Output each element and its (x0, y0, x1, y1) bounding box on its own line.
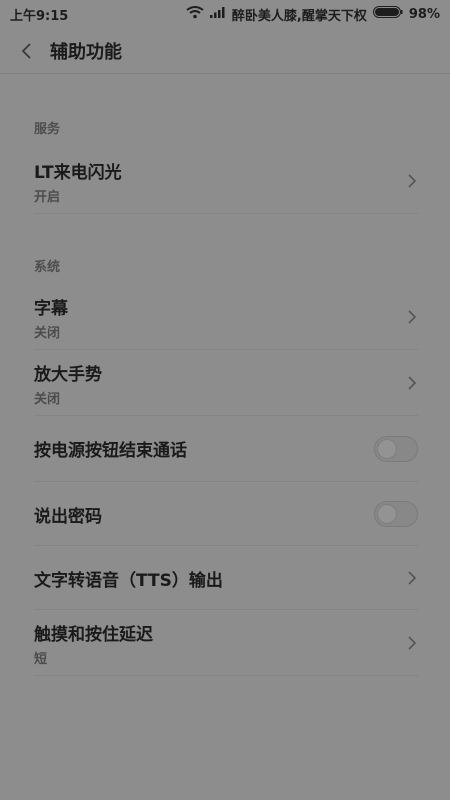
chevron-right-icon (406, 173, 418, 189)
row-subtitle: 开启 (34, 190, 61, 205)
row-power-end-call[interactable]: 按电源按钮结束通话 (34, 416, 418, 482)
chevron-right-icon (406, 375, 418, 391)
toggle-knob (377, 439, 397, 459)
status-time: 上午9:15 (10, 8, 69, 24)
signal-icon (209, 6, 226, 22)
row-subtitle: 关闭 (34, 326, 61, 341)
row-zoom-gesture[interactable]: 放大手势 关闭 (34, 350, 418, 416)
chevron-right-icon (406, 309, 418, 325)
toggle-knob (377, 504, 397, 524)
page-title: 辅助功能 (50, 41, 122, 63)
chevron-right-icon (406, 635, 418, 651)
row-title: 按电源按钮结束通话 (34, 441, 187, 461)
row-title: 放大手势 (34, 365, 102, 385)
row-title: 文字转语音（TTS）输出 (34, 571, 223, 591)
chevron-right-icon (406, 570, 418, 586)
battery-percent: 98% (408, 6, 440, 22)
row-subtitle: 短 (34, 652, 48, 667)
power-end-call-toggle[interactable] (374, 436, 418, 462)
carrier-text: 醉卧美人膝,醒掌天下权 (231, 8, 367, 24)
battery-icon (372, 6, 403, 22)
row-title: LT来电闪光 (34, 163, 122, 183)
back-icon[interactable] (16, 41, 36, 61)
row-speak-password[interactable]: 说出密码 (34, 482, 418, 546)
wifi-icon (186, 5, 204, 23)
row-title: 触摸和按住延迟 (34, 625, 153, 645)
row-tts[interactable]: 文字转语音（TTS）输出 (34, 546, 418, 610)
status-bar: 上午9:15 醉卧美人膝,醒掌天下权 98% (0, 0, 450, 28)
row-touch-delay[interactable]: 触摸和按住延迟 短 (34, 610, 418, 676)
row-lt-flash[interactable]: LT来电闪光 开启 (34, 148, 418, 214)
section-label-system: 系统 (34, 260, 61, 275)
app-header: 辅助功能 (0, 28, 450, 74)
row-title: 字幕 (34, 299, 68, 319)
section-label-service: 服务 (34, 122, 61, 137)
row-title: 说出密码 (34, 507, 102, 527)
speak-password-toggle[interactable] (374, 501, 418, 527)
row-subtitles[interactable]: 字幕 关闭 (34, 284, 418, 350)
row-subtitle: 关闭 (34, 392, 61, 407)
status-right: 醉卧美人膝,醒掌天下权 98% (186, 5, 440, 24)
